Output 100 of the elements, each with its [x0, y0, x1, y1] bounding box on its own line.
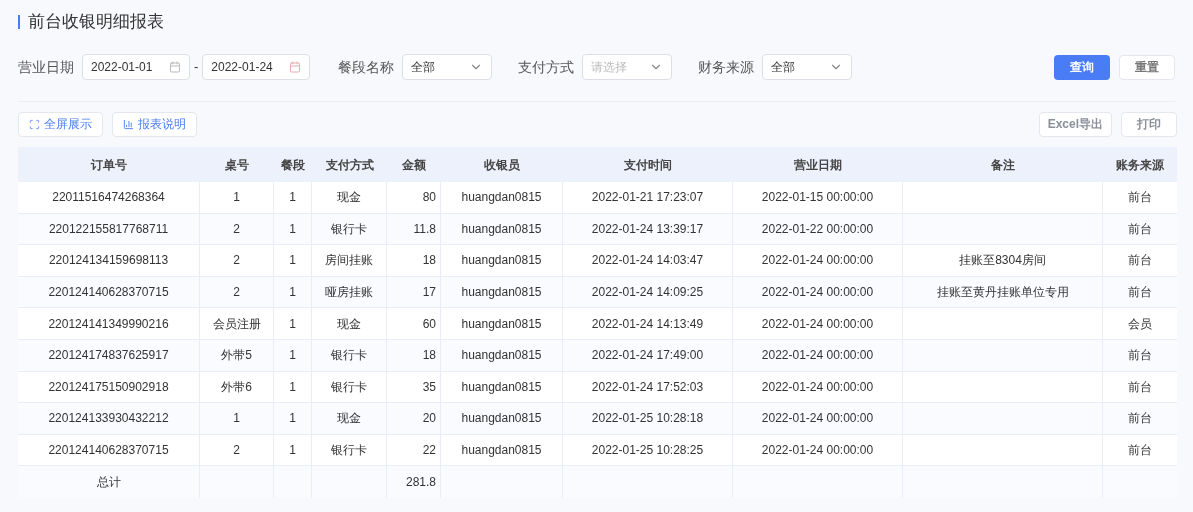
table-cell-text: 2022-01-25 10:28:18 — [591, 410, 704, 428]
report-info-button[interactable]: 报表说明 — [112, 111, 197, 137]
table-cell-text: huangdan0815 — [461, 442, 542, 460]
table-cell-text: 2022-01-24 00:00:00 — [761, 252, 874, 270]
calendar-icon — [289, 61, 302, 73]
table-cell-text: 前台 — [1128, 284, 1152, 302]
table-cell-text: 220124141349990216 — [48, 315, 169, 333]
table-cell-text: 前台 — [1128, 189, 1152, 207]
bar-chart-icon — [123, 118, 134, 130]
table-cell-text: 1 — [233, 410, 240, 428]
table-cell-text: 220124133930432212 — [48, 410, 169, 428]
table-cell-text: 总计 — [96, 474, 121, 492]
filter-label: 财务来源 — [698, 57, 755, 77]
table-cell-text: huangdan0815 — [461, 189, 542, 207]
table-cell-text: huangdan0815 — [461, 347, 542, 365]
table-cell-text: 220124140628370715 — [48, 442, 169, 460]
fullscreen-icon — [29, 118, 40, 130]
query-button[interactable]: 查询 — [1054, 54, 1110, 80]
table-cell-text: 80 — [422, 189, 436, 207]
select-field[interactable]: 全部 — [762, 54, 853, 80]
table-cell-text: 2022-01-22 00:00:00 — [761, 220, 874, 238]
table-cell-text: 2 — [233, 442, 240, 460]
table-cell-text: 2022-01-24 13:39:17 — [591, 220, 704, 238]
column-header: 餐段 — [281, 156, 305, 174]
column-header: 营业日期 — [794, 156, 842, 174]
calendar-icon — [169, 61, 181, 73]
table-cell-text: 35 — [422, 378, 436, 396]
table-cell-text: 220124134159698113 — [48, 252, 169, 270]
table-cell-text: 会员 — [1128, 315, 1152, 333]
table-cell-text: 2022-01-25 10:28:25 — [591, 442, 704, 460]
table-cell-text: huangdan0815 — [461, 284, 542, 302]
table-cell-text: 银行卡 — [331, 442, 367, 460]
column-header: 账务来源 — [1116, 156, 1164, 174]
table-cell-text: 18 — [422, 252, 436, 270]
print-button[interactable]: 打印 — [1121, 111, 1177, 137]
table-cell-text: 前台 — [1128, 252, 1152, 270]
table-cell-text: 22011516474268364 — [52, 189, 165, 207]
table-cell-text: 会员注册 — [212, 315, 261, 333]
table-cell-text: huangdan0815 — [461, 410, 542, 428]
table-cell-text: 1 — [289, 410, 296, 428]
export-button[interactable]: Excel导出 — [1038, 111, 1112, 137]
table-cell-text: 1 — [289, 220, 296, 238]
table-cell-text: 1 — [233, 189, 240, 207]
filter-label: 支付方式 — [518, 57, 575, 77]
fullscreen-button[interactable]: 全屏展示 — [18, 111, 103, 137]
table-cell-text: 2022-01-24 00:00:00 — [761, 284, 874, 302]
table-cell-text: 外带5 — [221, 347, 252, 365]
table-cell-text: 银行卡 — [331, 220, 367, 238]
table-cell-text: 17 — [422, 284, 436, 302]
filter-label: 营业日期 — [18, 57, 74, 77]
table-cell-text: 2 — [233, 220, 240, 238]
table-cell-text: 281.8 — [405, 474, 436, 492]
table-cell-text: 2022-01-21 17:23:07 — [591, 189, 704, 207]
table-cell-text: 挂账至黄丹挂账单位专用 — [936, 284, 1069, 302]
table-cell-text: 20 — [422, 410, 436, 428]
table-cell-text: 2022-01-24 00:00:00 — [761, 442, 874, 460]
table-cell-text: 220122155817768711 — [48, 220, 169, 238]
column-header: 订单号 — [91, 156, 127, 174]
table-cell-text: 1 — [289, 378, 296, 396]
table-cell-text: 前台 — [1128, 442, 1152, 460]
table-cell-text: 前台 — [1128, 347, 1152, 365]
table-cell-text: 房间挂账 — [325, 252, 373, 270]
table-cell-text: 1 — [289, 189, 296, 207]
table-cell-text: 2022-01-24 00:00:00 — [761, 315, 874, 333]
table-cell-text: 11.8 — [413, 220, 436, 238]
table-cell-text: 挂账至8304房间 — [959, 252, 1046, 270]
table-cell-text: 现金 — [337, 189, 361, 207]
table-cell-text: 现金 — [337, 410, 361, 428]
date-field[interactable]: 2022-01-24 — [202, 54, 311, 80]
date-field[interactable]: 2022-01-01 — [82, 54, 190, 80]
table-cell-text: huangdan0815 — [461, 220, 542, 238]
table-cell-text: 前台 — [1128, 410, 1152, 428]
table-cell-text: 2 — [233, 252, 240, 270]
table-cell-text: 220124174837625917 — [48, 347, 169, 365]
table-cell-text: 18 — [422, 347, 436, 365]
filter-label: 餐段名称 — [338, 57, 395, 77]
table-cell-text: 2022-01-24 14:03:47 — [591, 252, 704, 270]
table-cell-text: 银行卡 — [331, 347, 367, 365]
table-cell-text: huangdan0815 — [461, 315, 542, 333]
reset-button[interactable]: 重置 — [1119, 54, 1175, 80]
table-cell-text: huangdan0815 — [461, 378, 542, 396]
table-cell-text: 2022-01-24 00:00:00 — [761, 378, 874, 396]
table-cell-text: 2022-01-24 14:09:25 — [591, 284, 704, 302]
column-header: 支付方式 — [325, 156, 374, 174]
column-header: 桌号 — [225, 156, 249, 174]
table-cell-text: 2 — [233, 284, 240, 302]
table-cell-text: 22 — [422, 442, 436, 460]
table-cell-text: 2022-01-24 00:00:00 — [761, 347, 874, 365]
table-cell-text: 外带6 — [221, 378, 252, 396]
table-cell-text: 2022-01-24 17:52:03 — [591, 378, 704, 396]
table-cell-text: 1 — [289, 315, 296, 333]
column-header: 金额 — [402, 156, 426, 174]
table-cell-text: huangdan0815 — [461, 252, 542, 270]
column-header: 支付时间 — [624, 156, 672, 174]
select-field[interactable]: 全部 — [402, 54, 493, 80]
table-cell-text: 前台 — [1128, 378, 1152, 396]
table-cell-text: 银行卡 — [331, 378, 367, 396]
table-cell-text: 2022-01-24 00:00:00 — [761, 410, 874, 428]
title-accent — [18, 15, 20, 29]
table-cell-text: 2022-01-24 14:13:49 — [591, 315, 704, 333]
